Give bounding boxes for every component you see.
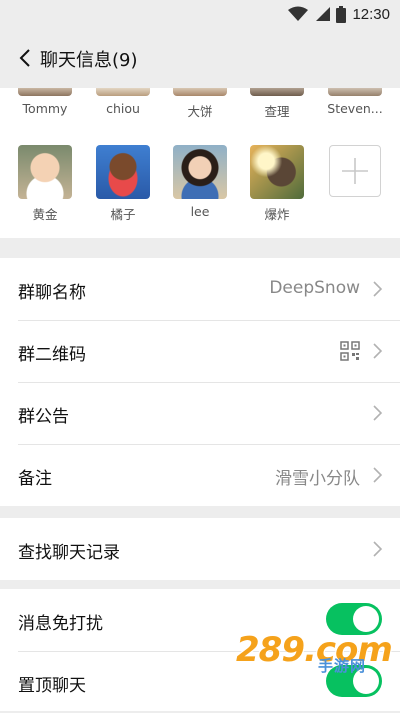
toggle-knob: [353, 668, 379, 694]
member-name: 橘子: [110, 207, 136, 222]
add-member-box[interactable]: [329, 145, 381, 197]
page-title: 聊天信息(9): [40, 50, 138, 71]
announcement-row[interactable]: 群公告: [0, 382, 400, 444]
qr-code-icon: [340, 341, 360, 361]
remark-row[interactable]: 备注 滑雪小分队: [0, 444, 400, 506]
qr-code-label: 群二维码: [18, 345, 86, 365]
member-item[interactable]: 查理: [242, 88, 312, 120]
wifi-icon: [288, 6, 309, 21]
settings-group-info: 群聊名称 DeepSnow 群二维码 群公告 备注 滑雪小分队: [0, 258, 400, 506]
group-name-label: 群聊名称: [18, 283, 86, 303]
remark-label: 备注: [18, 469, 52, 489]
nav-bar: 聊天信息(9): [0, 28, 400, 88]
pin-toggle[interactable]: [326, 665, 382, 697]
member-item[interactable]: chiou: [88, 88, 158, 116]
mute-toggle[interactable]: [326, 603, 382, 635]
search-history-row[interactable]: 查找聊天记录: [0, 518, 400, 580]
member-name: Steven...: [327, 101, 383, 116]
remark-value: 滑雪小分队: [275, 469, 360, 489]
member-grid: Tommy chiou 大饼 查理 Steven... 黄金 橘子 lee 爆炸: [0, 88, 400, 238]
avatar: [250, 145, 304, 199]
avatar: [328, 88, 382, 96]
avatar: [96, 88, 150, 96]
chevron-right-icon: [373, 281, 383, 297]
pin-label: 置顶聊天: [18, 676, 86, 696]
member-name: lee: [190, 204, 210, 219]
member-item[interactable]: lee: [165, 145, 235, 219]
member-item[interactable]: 大饼: [165, 88, 235, 120]
avatar: [18, 145, 72, 199]
qr-code-row[interactable]: 群二维码: [0, 320, 400, 382]
mute-label: 消息免打扰: [18, 614, 103, 634]
avatar: [96, 145, 150, 199]
settings-group-search: 查找聊天记录: [0, 518, 400, 580]
status-icons: 12:30: [288, 4, 390, 24]
group-name-value: DeepSnow: [269, 278, 360, 298]
member-item[interactable]: Steven...: [320, 88, 390, 116]
plus-icon: [342, 158, 368, 184]
status-bar: 12:30: [0, 0, 400, 28]
chevron-right-icon: [373, 467, 383, 483]
group-name-row[interactable]: 群聊名称 DeepSnow: [0, 258, 400, 320]
announcement-label: 群公告: [18, 407, 69, 427]
chevron-right-icon: [373, 405, 383, 421]
avatar: [173, 88, 227, 96]
search-history-label: 查找聊天记录: [18, 543, 120, 563]
battery-icon: [336, 5, 347, 23]
chevron-left-icon: [19, 49, 30, 67]
member-name: chiou: [106, 101, 140, 116]
member-name: Tommy: [22, 101, 68, 116]
pin-row: 置顶聊天: [0, 651, 400, 713]
member-item[interactable]: 爆炸: [242, 145, 312, 223]
member-name: 大饼: [187, 104, 213, 119]
add-member-button[interactable]: [320, 145, 390, 197]
signal-icon: [316, 7, 331, 21]
status-time: 12:30: [352, 5, 390, 23]
member-name: 爆炸: [264, 207, 290, 222]
member-item[interactable]: 黄金: [10, 145, 80, 223]
member-item[interactable]: Tommy: [10, 88, 80, 116]
chevron-right-icon: [373, 343, 383, 359]
member-item[interactable]: 橘子: [88, 145, 158, 223]
back-button[interactable]: [12, 44, 38, 72]
toggle-knob: [353, 606, 379, 632]
mute-row: 消息免打扰: [0, 589, 400, 651]
avatar: [18, 88, 72, 96]
avatar: [173, 145, 227, 199]
chevron-right-icon: [373, 541, 383, 557]
member-name: 查理: [264, 104, 290, 119]
member-name: 黄金: [32, 207, 58, 222]
avatar: [250, 88, 304, 96]
settings-group-toggles: 消息免打扰 置顶聊天: [0, 589, 400, 711]
